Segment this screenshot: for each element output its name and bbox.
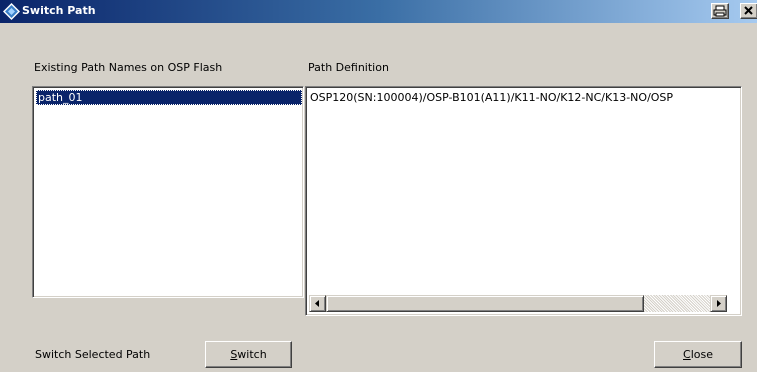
switch-label-rest: witch	[237, 348, 267, 361]
close-window-button[interactable]	[740, 3, 757, 19]
switch-button[interactable]: Switch	[205, 341, 292, 368]
close-accel: C	[683, 348, 691, 361]
close-button[interactable]: Close	[654, 341, 742, 368]
path-definition-label: Path Definition	[308, 61, 389, 74]
horizontal-scrollbar[interactable]	[309, 295, 727, 312]
app-diamond-icon	[3, 3, 20, 20]
path-definition-text: OSP120(SN:100004)/OSP-B101(A11)/K11-NO/K…	[310, 91, 674, 104]
path-definition-box[interactable]: OSP120(SN:100004)/OSP-B101(A11)/K11-NO/K…	[305, 86, 742, 316]
path-list[interactable]: path_01	[32, 86, 304, 298]
scroll-right-icon	[717, 300, 721, 307]
print-button[interactable]	[711, 3, 729, 19]
switch-selected-label: Switch Selected Path	[35, 348, 151, 361]
scroll-left-icon	[315, 300, 319, 307]
close-label-rest: lose	[690, 348, 713, 361]
scroll-thumb[interactable]	[326, 295, 644, 312]
scroll-left-button[interactable]	[309, 295, 326, 312]
window-title: Switch Path	[22, 4, 96, 17]
scroll-right-button[interactable]	[710, 295, 727, 312]
title-bar[interactable]: Switch Path	[0, 0, 757, 23]
print-icon	[713, 5, 727, 17]
close-icon	[744, 6, 753, 15]
existing-paths-label: Existing Path Names on OSP Flash	[34, 61, 223, 74]
list-item[interactable]: path_01	[36, 90, 302, 105]
list-item-label: path_01	[38, 91, 83, 104]
